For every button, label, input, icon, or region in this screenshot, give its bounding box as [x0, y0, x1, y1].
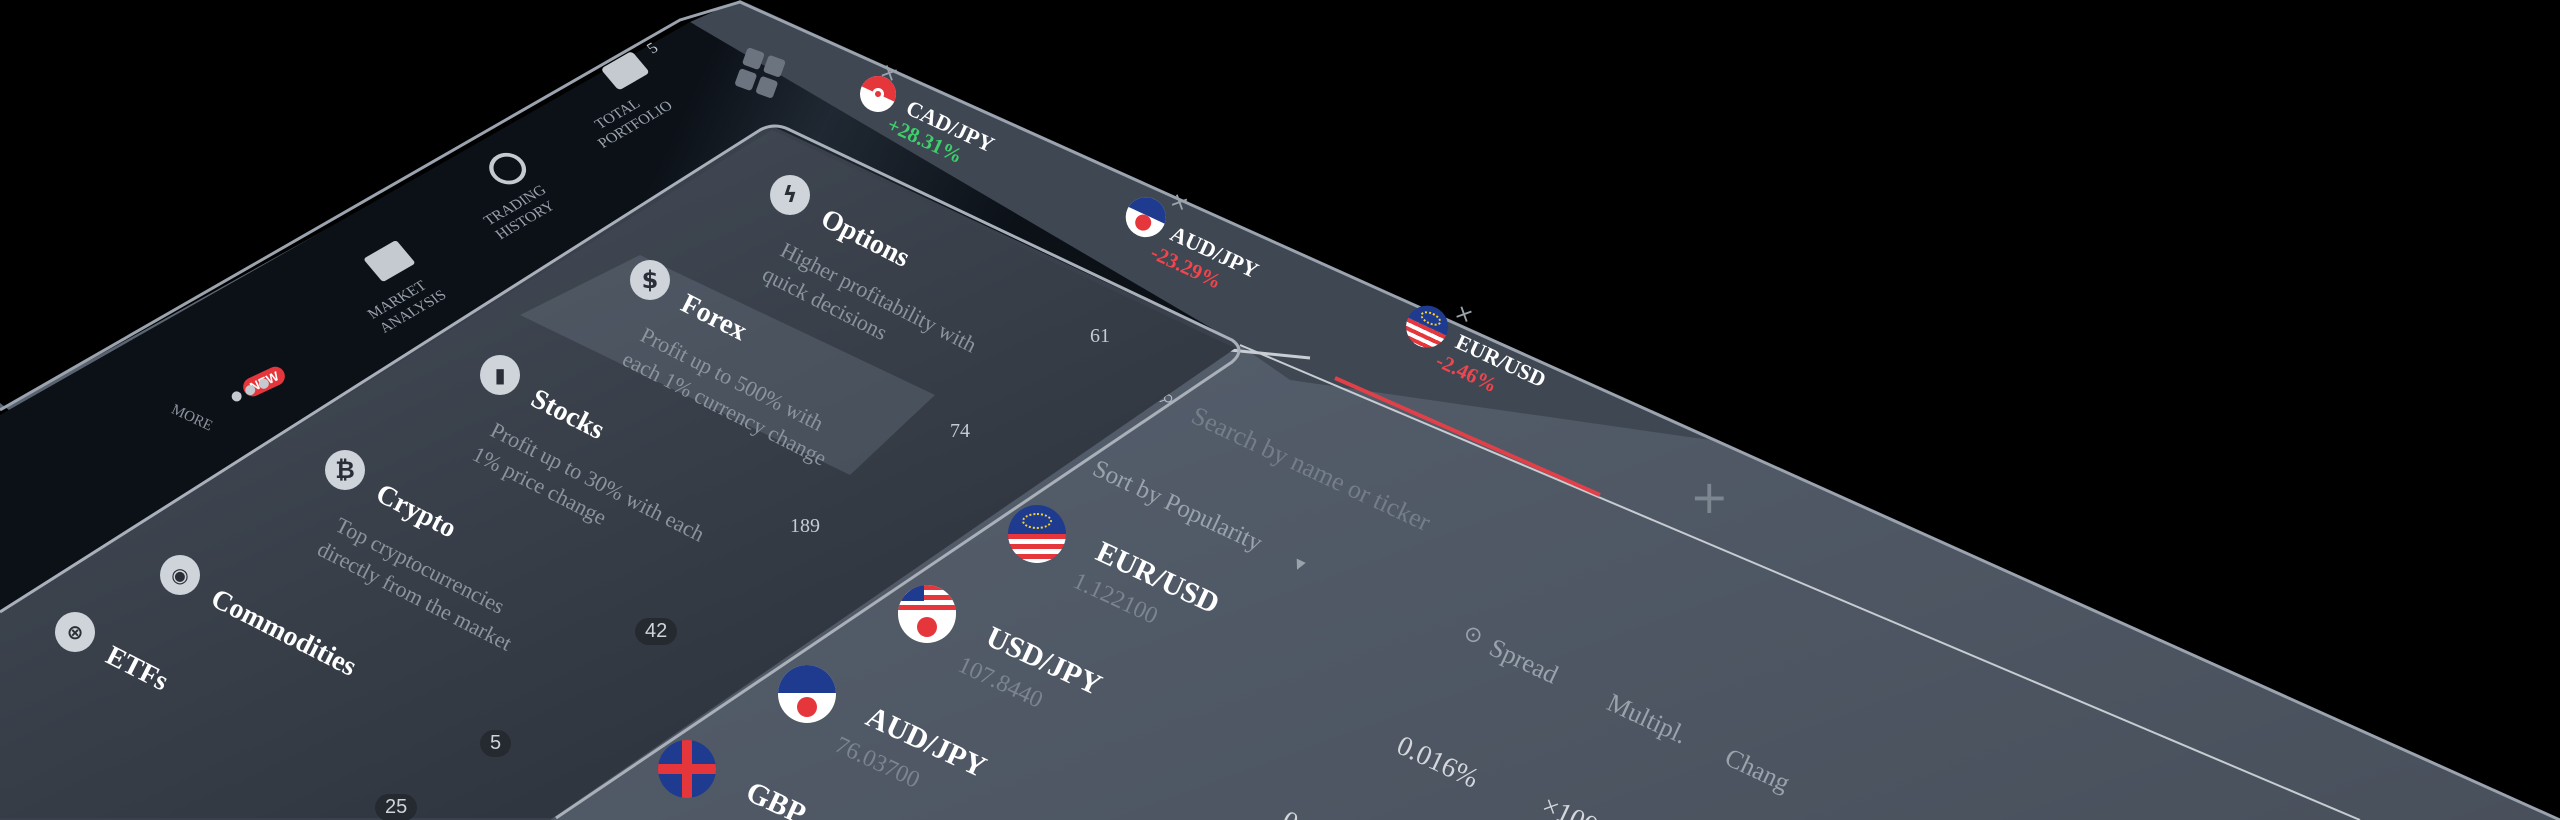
stocks-icon: ▮: [480, 355, 520, 395]
drop-icon: ◉: [160, 555, 200, 595]
bitcoin-icon: ₿: [325, 450, 365, 490]
category-count: 5: [480, 730, 512, 757]
category-count: 25: [375, 794, 418, 820]
category-count: 61: [1090, 325, 1110, 347]
app-stage: × CAD/JPY +28.31% × AUD/JPY -23.29% × EU…: [0, 0, 2560, 820]
etf-icon: ⊗: [55, 612, 95, 652]
dropdown-outline: [0, 124, 1241, 820]
dollar-icon: $: [630, 260, 670, 300]
category-count: 74: [950, 420, 970, 442]
bolt-icon: ϟ: [770, 175, 810, 215]
category-count: 189: [790, 515, 820, 537]
category-count: 42: [635, 618, 678, 645]
